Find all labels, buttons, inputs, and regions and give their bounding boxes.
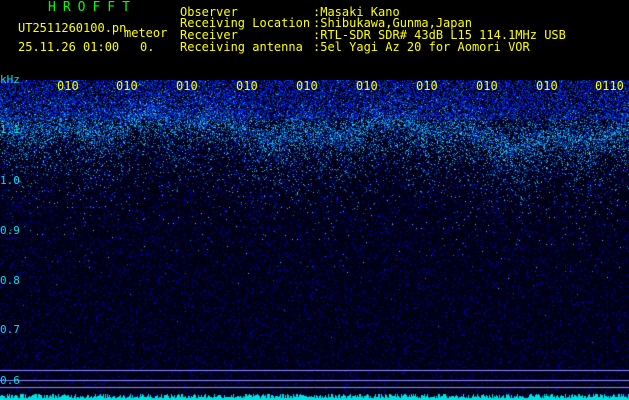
y-axis-unit: kHz (0, 73, 20, 86)
x-tick-label: 010 (416, 79, 438, 93)
antenna-value: :5el Yagi Az 20 for Aomori VOR (313, 40, 530, 54)
y-tick-label: 0.9 (0, 224, 20, 237)
x-tick-label: 010 (116, 79, 138, 93)
antenna-label: Receiving antenna (180, 40, 303, 54)
x-tick-label: 010 (536, 79, 558, 93)
y-tick-label: 1.0 (0, 174, 20, 187)
x-tick-label: 010 (236, 79, 258, 93)
filename-label: UT2511260100.pn (18, 21, 127, 35)
x-tick-label: 0110 (595, 79, 624, 93)
y-tick-label: 0.6 (0, 374, 20, 387)
app-title: HROFFT (48, 0, 137, 15)
x-tick-label: 010 (356, 79, 378, 93)
x-tick-label: 010 (176, 79, 198, 93)
y-tick-label: 1.1 (0, 123, 20, 136)
meteor-count: 0. (140, 40, 155, 54)
meteor-label: meteor (124, 26, 168, 40)
x-tick-label: 010 (476, 79, 498, 93)
spectrogram-plot (0, 80, 629, 400)
x-tick-label: 010 (296, 79, 318, 93)
datetime-label: 25.11.26 01:00 (18, 40, 120, 54)
y-tick-label: 0.7 (0, 323, 20, 336)
x-tick-label: 010 (57, 79, 79, 93)
y-tick-label: 0.8 (0, 274, 20, 287)
